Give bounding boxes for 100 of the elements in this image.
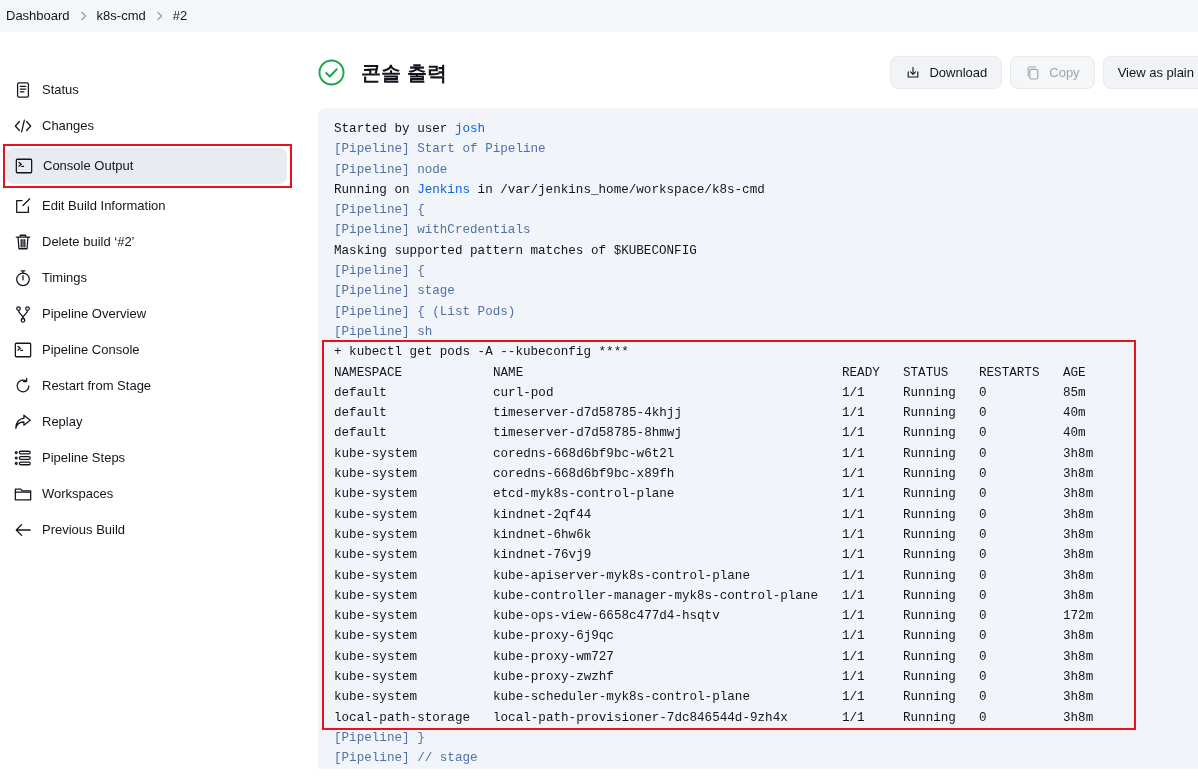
console-line: [Pipeline] } (334, 729, 426, 747)
table-cell-text: timeserver-d7d58785-8hmwj (493, 425, 683, 443)
sidebar-item[interactable]: Workspaces (5, 476, 292, 512)
breadcrumb-link[interactable]: k8s-cmd (96, 6, 146, 26)
console-line: [Pipeline] Start of Pipeline (334, 141, 547, 159)
table-cell-text: Running (903, 547, 957, 565)
table-cell-text: 0 (979, 648, 988, 666)
console-line: [Pipeline] sh (334, 323, 434, 341)
console-line: Started by user josh (334, 121, 487, 138)
table-cell-text: kube-ops-view-6658c477d4-hsqtv (493, 608, 721, 626)
table-cell-text: kube-system (334, 526, 419, 544)
table-cell-text: kindnet-76vj9 (493, 547, 593, 565)
table-cell-text: kube-system (334, 567, 419, 585)
console-line: [Pipeline] node (334, 161, 449, 179)
table-cell-text: 1/1 (842, 405, 866, 423)
table-cell-text: 40m (1063, 425, 1087, 443)
sidebar-item[interactable]: Pipeline Overview (5, 296, 292, 332)
table-cell-text: local-path-provisioner-7dc846544d-9zh4x (493, 709, 789, 727)
table-cell-text: Running (903, 506, 957, 524)
table-cell-text: Running (903, 587, 957, 605)
table-cell-text: 3h8m (1063, 669, 1095, 686)
table-cell-text: local-path-storage (334, 709, 472, 727)
table-cell-text: 1/1 (842, 689, 866, 707)
sidebar-item[interactable]: Status (5, 72, 292, 108)
breadcrumb-link[interactable]: #2 (172, 6, 188, 26)
column-header: NAME (493, 364, 525, 382)
table-cell-text: kube-controller-manager-myk8s-control-plane (493, 587, 819, 605)
table-cell-text: default (334, 405, 388, 423)
left-arrow-icon (14, 521, 32, 539)
sidebar-item[interactable]: Edit Build Information (5, 188, 292, 224)
table-cell-text: 0 (979, 689, 988, 707)
table-cell-text: 0 (979, 547, 988, 565)
table-cell-text: 0 (979, 669, 988, 686)
console-line: [Pipeline] stage (334, 283, 456, 301)
table-cell-text: 1/1 (842, 648, 866, 666)
breadcrumb-link[interactable]: Dashboard (6, 6, 70, 26)
table-cell-text: Running (903, 445, 957, 463)
sidebar-item[interactable]: Replay (5, 404, 292, 440)
table-cell-text: etcd-myk8s-control-plane (493, 486, 676, 504)
table-cell-text: 3h8m (1063, 567, 1095, 585)
download-button[interactable]: Download (890, 56, 1003, 89)
table-cell-text: 3h8m (1063, 648, 1095, 666)
view-plain-button[interactable]: View as plain (1102, 56, 1198, 89)
column-header: RESTARTS (979, 364, 1041, 382)
table-cell-text: kube-system (334, 466, 419, 484)
sidebar-item[interactable]: Pipeline Steps (5, 440, 292, 476)
table-cell-text: Running (903, 689, 957, 707)
table-cell-text: 1/1 (842, 445, 866, 463)
table-cell-text: 0 (979, 608, 988, 626)
table-cell-text: kube-scheduler-myk8s-control-plane (493, 689, 751, 707)
table-cell-text: coredns-668d6bf9bc-x89fh (493, 466, 676, 484)
table-cell-text: timeserver-d7d58785-4khjj (493, 405, 683, 423)
sidebar-item[interactable]: Restart from Stage (5, 368, 292, 404)
sidebar-item[interactable]: Previous Build (5, 512, 292, 548)
table-cell-text: 0 (979, 628, 988, 646)
terminal-icon (15, 157, 33, 175)
table-cell-text: 0 (979, 405, 988, 423)
edit-icon (14, 197, 32, 215)
table-cell-text: kube-system (334, 587, 419, 605)
table-cell-text: kindnet-6hw6k (493, 526, 593, 544)
folder-icon (14, 485, 32, 503)
share-arrow-icon (14, 413, 32, 431)
table-cell-text: 3h8m (1063, 628, 1095, 646)
table-cell-text: 3h8m (1063, 587, 1095, 605)
table-cell-text: 3h8m (1063, 689, 1095, 707)
console-line: Masking supported pattern matches of $KUBECONFIG (334, 242, 698, 260)
table-cell-text: kube-system (334, 486, 419, 504)
table-cell-text: 3h8m (1063, 445, 1095, 463)
table-cell-text: 0 (979, 506, 988, 524)
table-cell-text: Running (903, 669, 957, 686)
table-cell-text: kube-system (334, 608, 419, 626)
table-cell-text: curl-pod (493, 384, 555, 402)
console-line: [Pipeline] { (List Pods) (334, 303, 517, 321)
code-icon (14, 117, 32, 135)
table-cell-text: Running (903, 384, 957, 402)
table-cell-text: Running (903, 628, 957, 646)
table-cell-text: 3h8m (1063, 506, 1095, 524)
table-cell-text: 0 (979, 384, 988, 402)
sidebar-item[interactable]: Pipeline Console (5, 332, 292, 368)
table-cell-text: Running (903, 567, 957, 585)
sidebar-item[interactable]: Changes (5, 108, 292, 144)
table-cell-text: 0 (979, 466, 988, 484)
table-cell-text: 1/1 (842, 526, 866, 544)
column-header: READY (842, 364, 881, 382)
table-cell-text: kube-system (334, 445, 419, 463)
table-cell-text: kube-proxy-6j9qc (493, 628, 615, 646)
sidebar-item[interactable]: Timings (5, 260, 292, 296)
table-cell-text: 0 (979, 567, 988, 585)
chevron-icon (155, 11, 163, 21)
sidebar-item[interactable]: Delete build ‘#2’ (5, 224, 292, 260)
table-cell-text: 3h8m (1063, 547, 1095, 565)
sidebar-item[interactable]: Console Output (6, 148, 287, 184)
table-cell-text: kube-proxy-wm727 (493, 648, 615, 666)
user-link[interactable]: josh (454, 122, 486, 136)
user-link[interactable]: Jenkins (417, 182, 471, 197)
table-cell-text: 1/1 (842, 567, 866, 585)
restart-icon (14, 377, 32, 395)
table-cell-text: Running (903, 466, 957, 484)
table-cell-text: kube-system (334, 547, 419, 565)
table-cell-text: Running (903, 709, 957, 727)
